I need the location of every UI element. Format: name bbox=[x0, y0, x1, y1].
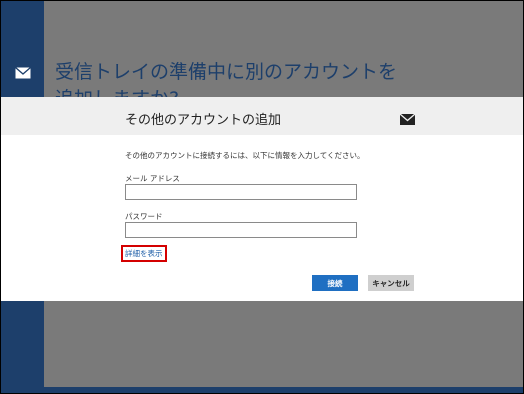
email-label: メール アドレス bbox=[125, 174, 180, 183]
screen-frame: 受信トレイの準備中に別のアカウントを追加しますか? その他のアカウントの追加 そ… bbox=[0, 0, 524, 394]
add-account-dialog: その他のアカウントの追加 その他のアカウントに接続するには、以下に情報を入力して… bbox=[1, 97, 523, 301]
password-field[interactable] bbox=[125, 222, 357, 238]
dialog-title: その他のアカウントの追加 bbox=[125, 113, 282, 128]
email-field[interactable] bbox=[125, 184, 357, 200]
instruction-text: その他のアカウントに接続するには、以下に情報を入力してください。 bbox=[125, 151, 365, 160]
password-label: パスワード bbox=[125, 212, 163, 221]
show-details-link[interactable]: 詳細を表示 bbox=[121, 245, 167, 262]
mail-icon bbox=[15, 67, 31, 79]
bottom-strip bbox=[44, 387, 523, 393]
mail-icon bbox=[400, 114, 415, 125]
connect-button[interactable]: 接続 bbox=[312, 275, 358, 291]
cancel-button[interactable]: キャンセル bbox=[368, 275, 414, 291]
dialog-header: その他のアカウントの追加 bbox=[1, 97, 523, 135]
